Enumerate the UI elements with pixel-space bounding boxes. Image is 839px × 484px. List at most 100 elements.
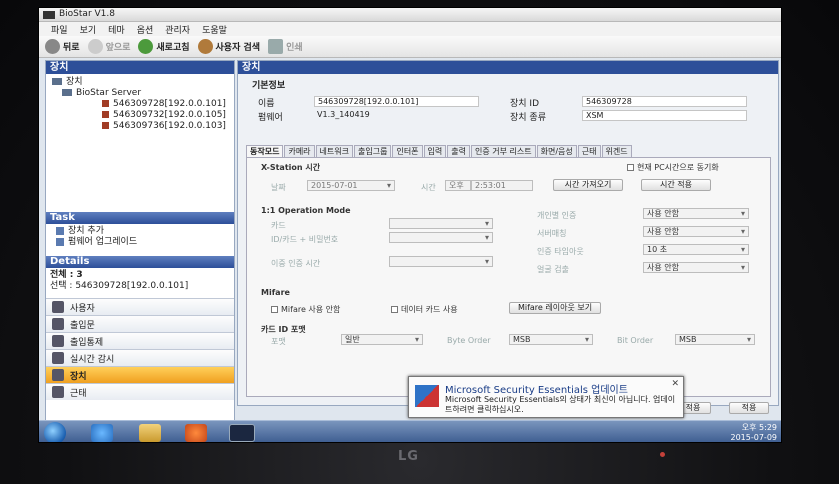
apply-time-button[interactable]: 시간 적용 <box>641 179 711 191</box>
forward-button[interactable]: 앞으로 <box>87 39 130 54</box>
apply-button-2[interactable]: 적용 <box>729 402 769 414</box>
back-label: 뒤로 <box>63 43 80 53</box>
media-player-icon[interactable] <box>185 424 207 442</box>
tab-network[interactable]: 네트워크 <box>315 145 353 157</box>
face-detect-select[interactable]: 사용 안함 <box>643 262 749 273</box>
task-firmware-upgrade[interactable]: 펌웨어 업그레이드 <box>56 237 224 248</box>
tab-output[interactable]: 출력 <box>447 145 471 157</box>
tab-access-group[interactable]: 출입그룹 <box>354 145 392 157</box>
tab-interphone[interactable]: 인터폰 <box>392 145 423 157</box>
print-button[interactable]: 인쇄 <box>268 39 303 54</box>
close-icon[interactable]: ✕ <box>671 379 679 389</box>
system-tray: 오후 5:29 2015-07-09 <box>731 423 778 442</box>
tab-camera[interactable]: 카메라 <box>284 145 315 157</box>
individual-auth-select[interactable]: 사용 안함 <box>643 208 749 219</box>
menu-admin[interactable]: 관리자 <box>165 23 190 36</box>
ampm-field[interactable]: 오후 <box>445 180 471 191</box>
sync-pc-time-checkbox[interactable]: 현재 PC시간으로 동기화 <box>627 162 719 173</box>
refresh-label: 새로고침 <box>156 43 190 53</box>
xstation-time-title: X-Station 시간 <box>261 163 321 172</box>
byte-order-select[interactable]: MSB <box>509 334 593 345</box>
user-search-label: 사용자 검색 <box>215 43 261 53</box>
monitor-bezel: BioStar V1.8 파일 보기 테마 옵션 관리자 도움말 뒤로 앞으로 … <box>0 0 839 484</box>
security-notification[interactable]: Microsoft Security Essentials 업데이트 Micro… <box>408 376 684 418</box>
menu-file[interactable]: 파일 <box>51 23 68 36</box>
firmware-icon <box>56 237 64 246</box>
individual-auth-label: 개인별 인증 <box>537 211 577 220</box>
notification-title: Microsoft Security Essentials 업데이트 <box>445 385 628 396</box>
notification-body: Microsoft Security Essentials의 상태가 최신이 아… <box>445 395 676 414</box>
refresh-icon <box>138 39 154 54</box>
task-label: 펌웨어 업그레이드 <box>68 237 138 247</box>
door-icon <box>52 318 64 330</box>
refresh-button[interactable]: 새로고침 <box>138 39 190 54</box>
monitor-icon <box>52 352 64 364</box>
name-field[interactable]: 546309728[192.0.0.101] <box>314 96 479 107</box>
nav-devices[interactable]: 장치 <box>46 366 234 383</box>
data-card-label: 데이터 카드 사용 <box>401 305 458 314</box>
device-icon <box>102 111 109 118</box>
server-icon <box>62 89 72 96</box>
card-mode-select[interactable] <box>389 218 493 229</box>
attendance-icon <box>52 386 64 398</box>
taskbar: 오후 5:29 2015-07-09 <box>39 420 781 442</box>
mifare-unused-label: Mifare 사용 안함 <box>281 305 341 314</box>
time-field[interactable]: 2:53:01 <box>471 180 533 191</box>
main-panel: 장치 기본정보 이름 546309728[192.0.0.101] 펌웨어 V1… <box>237 60 779 406</box>
bit-order-select[interactable]: MSB <box>675 334 755 345</box>
date-label: 날짜 <box>271 183 286 192</box>
monitor-logo: LG <box>398 449 419 464</box>
tab-blacklist[interactable]: 인증 거부 리스트 <box>471 145 536 157</box>
date-picker[interactable]: 2015-07-01 <box>307 180 395 191</box>
nav-access-control[interactable]: 출입통제 <box>46 332 234 349</box>
dual-auth-select[interactable] <box>389 256 493 267</box>
nav-label: 사용자 <box>70 303 95 314</box>
access-control-icon <box>52 335 64 347</box>
device-id-label: 장치 ID <box>510 99 540 109</box>
nav-doors[interactable]: 출입문 <box>46 315 234 332</box>
tree-server[interactable]: BioStar Server <box>52 88 228 99</box>
server-match-select[interactable]: 사용 안함 <box>643 226 749 237</box>
menu-view[interactable]: 보기 <box>80 23 97 36</box>
back-button[interactable]: 뒤로 <box>45 39 80 54</box>
tab-wiegand[interactable]: 위겐드 <box>601 145 632 157</box>
user-search-button[interactable]: 사용자 검색 <box>197 39 261 54</box>
id-card-pw-select[interactable] <box>389 232 493 243</box>
tree-device[interactable]: 546309732[192.0.0.105] <box>52 110 228 121</box>
task-add-device[interactable]: 장치 추가 <box>56 226 224 237</box>
tree-root-label: 장치 <box>66 77 83 87</box>
left-panel-header: 장치 <box>46 61 234 74</box>
auth-timeout-select[interactable]: 10 초 <box>643 244 749 255</box>
ie-icon[interactable] <box>91 424 113 442</box>
menu-options[interactable]: 옵션 <box>137 23 154 36</box>
nav-label: 장치 <box>70 371 87 382</box>
forward-arrow-icon <box>87 39 103 54</box>
menu-theme[interactable]: 테마 <box>108 23 125 36</box>
nav-label: 실시간 감시 <box>70 354 115 365</box>
tree-device[interactable]: 546309736[192.0.0.103] <box>52 121 228 132</box>
time-label: 시간 <box>421 183 436 192</box>
tab-display-sound[interactable]: 화면/음성 <box>536 145 577 157</box>
mifare-unused-checkbox[interactable]: Mifare 사용 안함 <box>271 304 340 315</box>
nav-users[interactable]: 사용자 <box>46 298 234 315</box>
tab-input[interactable]: 입력 <box>423 145 447 157</box>
tab-operation-mode[interactable]: 동작모드 <box>246 145 284 157</box>
tree-device[interactable]: 546309728[192.0.0.101] <box>52 99 228 110</box>
tab-attendance[interactable]: 근태 <box>577 145 601 157</box>
format-select[interactable]: 일반 <box>341 334 423 345</box>
get-time-button[interactable]: 시간 가져오기 <box>553 179 623 191</box>
clock-time: 오후 5:29 <box>741 423 777 432</box>
mifare-layout-button[interactable]: Mifare 레이아웃 보기 <box>509 302 601 314</box>
app-icon <box>43 11 55 19</box>
folder-icon[interactable] <box>139 424 161 442</box>
checkbox-box <box>391 306 398 313</box>
tree-root[interactable]: 장치 <box>52 77 228 88</box>
left-panel: 장치 장치 BioStar Server 546309728[192.0.0.1… <box>45 60 235 430</box>
nav-monitoring[interactable]: 실시간 감시 <box>46 349 234 366</box>
nav-attendance[interactable]: 근태 <box>46 383 234 400</box>
start-button[interactable] <box>44 422 66 442</box>
biostar-taskbar-icon[interactable] <box>229 424 255 442</box>
menu-bar: 파일 보기 테마 옵션 관리자 도움말 <box>39 22 781 36</box>
menu-help[interactable]: 도움말 <box>202 23 227 36</box>
data-card-checkbox[interactable]: 데이터 카드 사용 <box>391 304 458 315</box>
